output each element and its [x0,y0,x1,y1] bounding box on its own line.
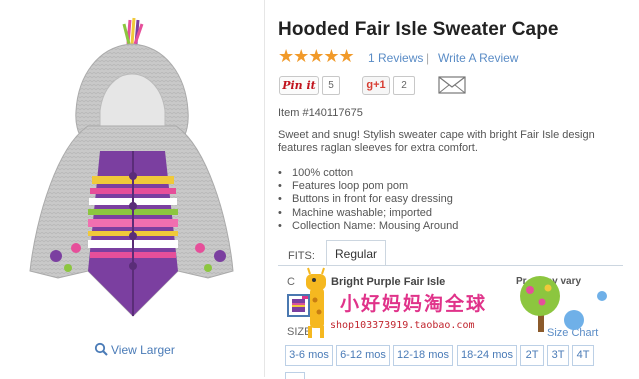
color-label: C [287,276,295,288]
feature-list: 100% cotton Features loop pom pom Button… [278,167,458,233]
write-review-link[interactable]: Write A Review [438,51,518,65]
list-item: Collection Name: Mousing Around [278,220,458,233]
selected-color-name: Bright Purple Fair Isle [331,276,446,288]
size-option[interactable]: 2T [520,345,544,366]
size-chart-link[interactable]: Size Chart [547,327,598,339]
product-description: Sweet and snug! Stylish sweater cape wit… [278,129,595,154]
size-option[interactable]: 12-18 mos [393,345,453,366]
gplus-count: 2 [393,76,415,95]
reviews-link[interactable]: 1 Reviews [368,51,423,65]
item-number: Item #140117675 [278,107,363,119]
tab-divider [278,265,623,266]
link-separator: | [426,51,430,65]
gplus-button[interactable]: g+1 [362,76,390,95]
shop-url: shop103373919.taobao.com [330,320,475,331]
price-note: Pr s may vary [516,276,582,287]
size-option[interactable]: 6-12 mos [336,345,390,366]
size-option-partial[interactable] [285,372,305,379]
tab-regular[interactable]: Regular [326,240,386,266]
product-title: Hooded Fair Isle Sweater Cape [278,19,559,40]
rating-stars[interactable]: ★★★★★ [278,46,355,66]
pom-pom [122,17,144,45]
size-option[interactable]: 3-6 mos [285,345,333,366]
list-item: Machine washable; imported [278,207,458,220]
size-option[interactable]: 3T [547,345,569,366]
email-icon[interactable] [438,76,466,94]
color-swatch[interactable] [287,294,310,317]
size-option[interactable]: 18-24 mos [457,345,517,366]
list-item: 100% cotton [278,167,458,180]
divider [264,0,265,377]
star-icon: ★★★★★ [278,46,355,66]
magnifier-icon [94,342,108,356]
pinit-button[interactable]: Pin it [279,76,319,95]
pinit-count: 5 [322,76,340,95]
list-item: Features loop pom pom [278,180,458,193]
size-label: SIZE [287,326,312,338]
view-larger-link[interactable]: View Larger [94,342,175,357]
view-larger-label: View Larger [111,343,175,357]
list-item: Buttons in front for easy dressing [278,193,458,206]
size-option[interactable]: 4T [572,345,594,366]
shop-name: 小好妈妈淘全球 [340,294,488,315]
swatch-pattern [292,299,305,312]
product-image[interactable] [28,16,248,334]
fits-label: FITS: [288,250,315,262]
